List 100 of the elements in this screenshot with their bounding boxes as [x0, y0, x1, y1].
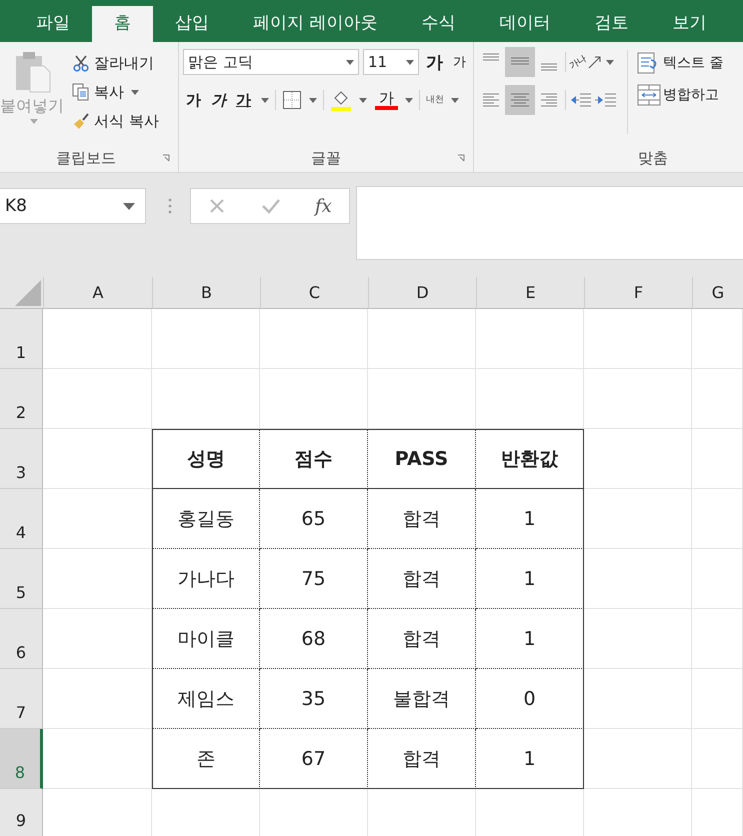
caret-icon[interactable]: [451, 98, 459, 102]
grid-cell[interactable]: [692, 309, 743, 369]
grid-cell[interactable]: [476, 309, 584, 369]
table-header-cell[interactable]: 점수: [260, 429, 368, 489]
grid-cell[interactable]: [584, 369, 692, 429]
caret-icon[interactable]: [261, 98, 269, 102]
dialog-launcher-icon[interactable]: [457, 154, 465, 162]
table-cell[interactable]: 합격: [368, 489, 476, 549]
table-cell[interactable]: 마이클: [152, 609, 260, 669]
ribbon-tab[interactable]: 보기: [650, 6, 728, 42]
grid-cell[interactable]: [43, 309, 152, 369]
grid-cell[interactable]: [43, 609, 152, 669]
phonetic-guide-button[interactable]: 내천: [426, 95, 444, 105]
ribbon-tab[interactable]: 삽입: [153, 6, 231, 42]
grid-cell[interactable]: [692, 369, 743, 429]
column-header[interactable]: E: [476, 277, 584, 309]
bold-button[interactable]: 가: [183, 90, 204, 110]
font-size-field[interactable]: 11: [363, 49, 419, 75]
decrease-font-size-button[interactable]: 가: [450, 53, 469, 71]
grid-cell[interactable]: [584, 669, 692, 729]
row-header[interactable]: 5: [0, 549, 43, 609]
table-cell[interactable]: 합격: [368, 609, 476, 669]
row-header[interactable]: 2: [0, 369, 43, 429]
table-header-cell[interactable]: 성명: [152, 429, 260, 489]
table-cell[interactable]: 75: [260, 549, 368, 609]
table-cell[interactable]: 가나다: [152, 549, 260, 609]
table-cell[interactable]: 불합격: [368, 669, 476, 729]
row-header[interactable]: 9: [0, 789, 43, 836]
column-header[interactable]: C: [260, 277, 368, 309]
grid-cell[interactable]: [43, 369, 152, 429]
merge-button[interactable]: 병합하고: [637, 82, 724, 108]
table-cell[interactable]: 1: [476, 489, 584, 549]
row-header[interactable]: 1: [0, 309, 43, 369]
underline-button[interactable]: 가: [233, 90, 254, 110]
row-header[interactable]: 3: [0, 429, 43, 489]
grid-cell[interactable]: [368, 309, 476, 369]
table-header-cell[interactable]: 반환값: [476, 429, 584, 489]
column-header[interactable]: D: [368, 277, 476, 309]
grid-cell[interactable]: [368, 369, 476, 429]
italic-button[interactable]: 가: [208, 90, 229, 110]
increase-font-size-button[interactable]: 가: [423, 50, 446, 74]
caret-icon[interactable]: [123, 203, 135, 210]
grid-cell[interactable]: [43, 489, 152, 549]
grid-cell[interactable]: [260, 309, 368, 369]
font-name-field[interactable]: 맑은 고딕: [183, 49, 359, 75]
caret-icon[interactable]: [309, 98, 317, 102]
table-header-cell[interactable]: PASS: [368, 429, 476, 489]
caret-icon[interactable]: [405, 98, 413, 102]
table-cell[interactable]: 65: [260, 489, 368, 549]
font-color-button[interactable]: 가: [375, 90, 398, 110]
grid-cell[interactable]: [43, 729, 152, 789]
table-cell[interactable]: 제임스: [152, 669, 260, 729]
grid-cell[interactable]: [584, 609, 692, 669]
grid-cell[interactable]: [260, 369, 368, 429]
ribbon-tab[interactable]: 수식: [399, 6, 478, 42]
column-header[interactable]: F: [584, 277, 692, 309]
align-center-icon[interactable]: [505, 85, 535, 115]
grid-cell[interactable]: [692, 429, 743, 489]
grid-cell[interactable]: [152, 369, 260, 429]
grid-cell[interactable]: [584, 489, 692, 549]
grid-cell[interactable]: [584, 309, 692, 369]
caret-icon[interactable]: [359, 98, 367, 102]
grid-cell[interactable]: [692, 669, 743, 729]
ribbon-tab[interactable]: 홈: [92, 6, 153, 42]
ribbon-tab[interactable]: 파일: [14, 6, 92, 42]
select-all-icon[interactable]: [15, 280, 41, 306]
table-cell[interactable]: 1: [476, 549, 584, 609]
table-cell[interactable]: 홍길동: [152, 489, 260, 549]
table-cell[interactable]: 1: [476, 609, 584, 669]
orientation-button[interactable]: 가나: [569, 55, 614, 69]
fill-color-icon[interactable]: [330, 89, 352, 111]
grid-cell[interactable]: [584, 549, 692, 609]
grid-cell[interactable]: [584, 729, 692, 789]
cut-button[interactable]: 잘라내기: [72, 50, 159, 76]
row-header[interactable]: 4: [0, 489, 43, 549]
row-header[interactable]: 8: [0, 729, 43, 789]
ribbon-tab[interactable]: 검토: [572, 6, 650, 42]
grid-cell[interactable]: [584, 429, 692, 489]
grid-cell[interactable]: [152, 309, 260, 369]
table-cell[interactable]: 68: [260, 609, 368, 669]
grid-cell[interactable]: [692, 489, 743, 549]
row-header[interactable]: 6: [0, 609, 43, 669]
table-cell[interactable]: 35: [260, 669, 368, 729]
column-header[interactable]: B: [152, 277, 260, 309]
column-header[interactable]: A: [43, 277, 152, 309]
middle-align-icon[interactable]: [505, 47, 535, 77]
column-header[interactable]: G: [692, 277, 743, 309]
ribbon-tab[interactable]: 페이지 레이아웃: [231, 6, 400, 42]
table-cell[interactable]: 존: [152, 729, 260, 789]
grid-cell[interactable]: [43, 429, 152, 489]
grid-cell[interactable]: [43, 549, 152, 609]
grid-cell[interactable]: [692, 729, 743, 789]
formula-input-field[interactable]: [356, 186, 743, 260]
grid-cell[interactable]: [476, 369, 584, 429]
table-cell[interactable]: 1: [476, 729, 584, 789]
grid-cell[interactable]: [692, 609, 743, 669]
format-painter-button[interactable]: 서식 복사: [72, 108, 159, 134]
copy-button[interactable]: 복사: [72, 79, 159, 105]
table-cell[interactable]: 0: [476, 669, 584, 729]
ribbon-tab[interactable]: 데이터: [477, 6, 572, 42]
